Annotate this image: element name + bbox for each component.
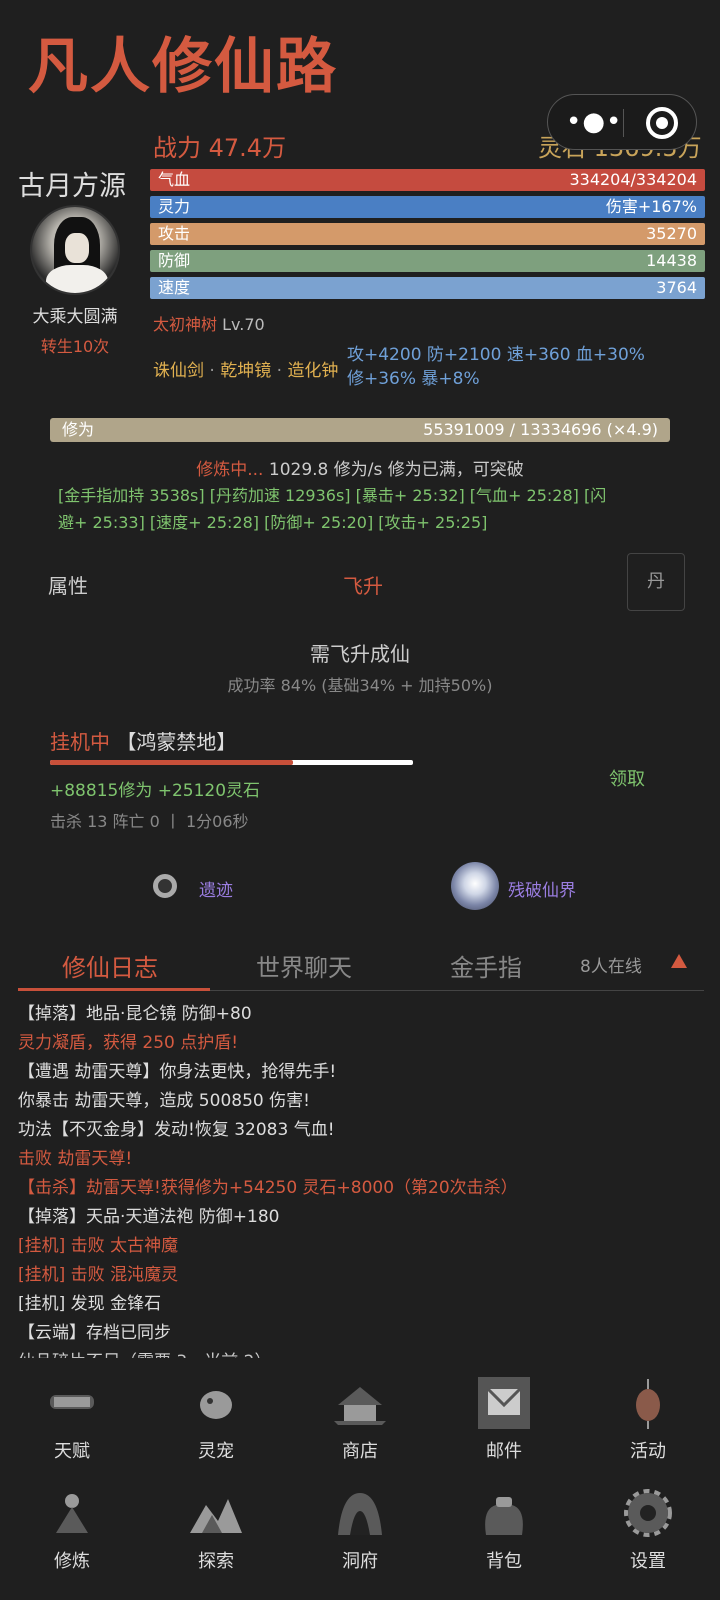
ascend-button[interactable]: 飞升	[343, 570, 383, 599]
nav-label: 活动	[630, 1441, 666, 1462]
log-entry: 你暴击 劫雷天尊，造成 500850 伤害!	[18, 1091, 310, 1111]
stat-bar: 气血 334204/334204	[150, 169, 705, 191]
broken-realm-link[interactable]: 残破仙界	[508, 876, 576, 901]
log-entry: 【击杀】劫雷天尊!获得修为+54250 灵石+8000（第20次击杀）	[18, 1178, 518, 1198]
stat-value: 3764	[656, 278, 697, 297]
tab-world-chat[interactable]: 世界聊天	[256, 948, 352, 983]
bag-icon	[476, 1485, 532, 1541]
nav-label: 天赋	[54, 1441, 90, 1462]
log-entry: 灵力凝盾，获得 250 点护盾!	[18, 1033, 239, 1053]
active-tab-indicator	[18, 988, 210, 991]
stat-bar: 防御 14438	[150, 250, 705, 272]
log-entry: 击败 劫雷天尊!	[18, 1149, 133, 1169]
rebirth-label: 转生10次	[40, 337, 110, 356]
close-target-icon[interactable]	[646, 107, 678, 139]
nav-label: 洞府	[342, 1551, 378, 1572]
nav-label: 邮件	[486, 1441, 522, 1462]
log-entry: 功法【不灭金身】发动!恢复 32083 气血!	[18, 1120, 335, 1140]
afk-progress-bar	[50, 760, 413, 765]
stat-value: 334204/334204	[569, 170, 697, 189]
mail-icon	[476, 1375, 532, 1431]
stat-label: 速度	[158, 278, 191, 297]
more-icon[interactable]: •●•	[566, 107, 622, 137]
nav-bag[interactable]: 背包	[432, 1497, 576, 1600]
log-entry: [挂机] 发现 金锋石	[18, 1294, 162, 1314]
broken-realm-icon[interactable]	[451, 862, 499, 910]
relic-link[interactable]: 遗迹	[199, 876, 233, 901]
nav-label: 商店	[342, 1441, 378, 1462]
log-entry: 【遭遇 劫雷天尊】你身法更快，抢得先手!	[18, 1062, 337, 1082]
log-entry: 【掉落】地品·昆仑镜 防御+80	[18, 1004, 252, 1024]
cultivation-value: 55391009 / 13334696 (×4.9)	[423, 420, 658, 439]
nav-cave[interactable]: 洞府	[288, 1493, 432, 1600]
equip-item: 造化钟	[287, 361, 339, 381]
cultivation-label: 修为	[62, 420, 95, 439]
nav-gear[interactable]: 设置	[576, 1489, 720, 1600]
stat-bar: 攻击 35270	[150, 223, 705, 245]
stat-label: 攻击	[158, 224, 191, 243]
claim-button[interactable]: 领取	[609, 765, 645, 791]
tab-cultivation-log[interactable]: 修仙日志	[62, 948, 158, 983]
shop-icon	[332, 1375, 388, 1431]
nav-label: 灵宠	[198, 1441, 234, 1462]
mini-program-capsule: •●•	[547, 94, 697, 150]
stat-bar: 灵力 伤害+167%	[150, 196, 705, 218]
stat-value: 35270	[646, 224, 697, 243]
afk-kills: 击杀 13 阵亡 0 丨 1分06秒	[50, 812, 249, 831]
app-title: 凡人修仙路	[28, 32, 338, 102]
nav-label: 修炼	[54, 1551, 90, 1572]
meditate-icon	[44, 1485, 100, 1541]
nav-label: 设置	[630, 1551, 666, 1572]
gear-icon	[620, 1485, 676, 1541]
stat-label: 防御	[158, 251, 191, 270]
nav-meditate[interactable]: 修炼	[0, 1494, 144, 1600]
tree-level: Lv.70	[222, 315, 265, 334]
cultivation-bar: 修为 55391009 / 13334696 (×4.9)	[50, 418, 670, 442]
stat-label: 气血	[158, 170, 191, 189]
log-entry: [挂机] 击败 混沌魔灵	[18, 1265, 179, 1285]
equipment-list[interactable]: 诛仙剑 · 乾坤镜 · 造化钟	[153, 356, 338, 381]
relic-icon[interactable]	[153, 874, 177, 898]
realm-label: 大乘大圆满	[32, 307, 118, 327]
combat-power: 战力 47.4万	[153, 134, 287, 162]
equip-item: 乾坤镜	[220, 361, 272, 381]
stat-value: 伤害+167%	[605, 197, 697, 216]
stat-value: 14438	[646, 251, 697, 270]
cultivation-status: 修炼中... 1029.8 修为/s 修为已满，可突破	[196, 460, 524, 480]
mountain-icon	[188, 1485, 244, 1541]
scroll-icon	[44, 1375, 100, 1431]
collapse-arrow-icon[interactable]	[671, 954, 687, 968]
afk-status: 挂机中 【鸿蒙禁地】	[50, 730, 237, 754]
ascend-requirement: 需飞升成仙	[310, 642, 410, 666]
nav-label: 背包	[486, 1551, 522, 1572]
equip-item: 诛仙剑	[153, 361, 204, 381]
pet-icon	[188, 1375, 244, 1431]
avatar[interactable]	[30, 205, 120, 295]
equipment-bonus: 攻+4200 防+2100 速+360 血+30% 修+36% 暴+8%	[347, 345, 645, 389]
log-entry: 【云端】存档已同步	[18, 1323, 171, 1343]
player-name: 古月方源	[18, 171, 126, 202]
log-list[interactable]: 【掉落】地品·昆仑镜 防御+80 灵力凝盾，获得 250 点护盾! 【遭遇 劫雷天尊…	[18, 1000, 708, 1358]
buff-list: [金手指加持 3538s] [丹药加速 12936s] [暴击+ 25:32] …	[58, 486, 607, 532]
nav-label: 探索	[198, 1551, 234, 1572]
tab-golden-finger[interactable]: 金手指	[450, 948, 522, 983]
afk-gain: +88815修为 +25120灵石	[50, 781, 261, 801]
nav-row-2: 修炼 探索 洞府 背包 设置	[0, 1489, 720, 1600]
online-count: 8人在线	[580, 957, 642, 977]
nav-mountain[interactable]: 探索	[144, 1499, 288, 1600]
tree-name: 太初神树	[153, 315, 218, 334]
divine-tree[interactable]: 太初神树 Lv.70	[153, 311, 265, 335]
pill-button[interactable]: 丹	[627, 553, 685, 611]
stat-bar: 速度 3764	[150, 277, 705, 299]
success-rate: 成功率 84% (基础34% + 加持50%)	[227, 676, 493, 695]
cave-icon	[332, 1485, 388, 1541]
log-entry: [挂机] 击败 太古神魔	[18, 1236, 179, 1256]
stat-label: 灵力	[158, 197, 191, 216]
lantern-icon	[620, 1375, 676, 1431]
attribute-tab[interactable]: 属性	[48, 570, 88, 599]
log-entry: 【掉落】天品·天道法袍 防御+180	[18, 1207, 280, 1227]
